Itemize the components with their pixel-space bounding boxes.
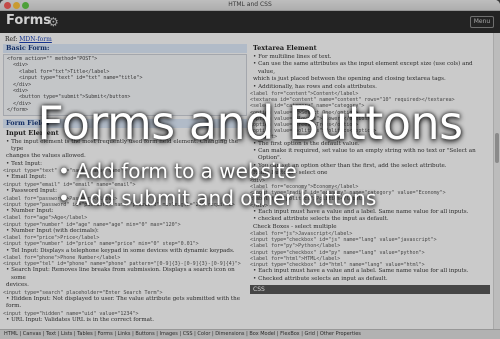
vertical-scrollbar[interactable]: [493, 33, 500, 329]
note-line: • You can set an option other than the f…: [253, 162, 447, 169]
note-line: • Search Input: Removes line breaks from…: [6, 267, 235, 281]
right-column: Textarea Element • For multiline lines o…: [250, 44, 490, 329]
note-line: • Email Input:: [6, 174, 47, 181]
ref-label: Ref:: [5, 36, 18, 43]
note-line: • URL Input: Validates URL is in the cor…: [6, 316, 155, 323]
mdn-form-link[interactable]: MDN-form: [19, 36, 52, 43]
note-line: Radio Buttons - select one: [253, 170, 328, 177]
note-line: which is just placed between the opening…: [253, 76, 446, 83]
form-fields-heading: Form Fields: [3, 118, 247, 128]
page-content: Forms ⚙ Menu Ref: MDN-form Basic Form: <…: [0, 11, 500, 329]
left-column: Basic Form: <form action="" method="POST…: [3, 44, 247, 329]
textarea-notes: • For multiline lines of text. • Can use …: [250, 54, 490, 283]
note-line: • The first option is the default value.: [253, 140, 360, 147]
note-line: • checked attribute selects the input as…: [253, 216, 389, 223]
reference-line: Ref: MDN-form: [5, 36, 52, 43]
basic-form-heading: Basic Form:: [3, 44, 247, 53]
note-line: form.: [6, 303, 22, 310]
note-line: • Can use the same attributes as the inp…: [253, 61, 473, 75]
browser-window: HTML and CSS Forms ⚙ Menu Ref: MDN-form …: [0, 0, 500, 339]
footer-navigation[interactable]: HTML | Canvas | Text | Lists | Tables | …: [0, 329, 500, 339]
scrollbar-thumb[interactable]: [495, 133, 499, 163]
note-line: • Text Input:: [6, 160, 42, 167]
note-line: • Each input must have a value and a lab…: [253, 268, 469, 275]
note-line: • Can make it required, set value to an …: [253, 148, 476, 162]
note-line: • Hidden Input: Not displayed to user. T…: [6, 295, 241, 302]
note-line: • Checked attribute selects an input as …: [253, 275, 388, 282]
note-line: • Number Input:: [6, 207, 54, 214]
note-line: • Number Input (with decimals):: [6, 227, 99, 234]
input-element-notes: • The input element is the most frequent…: [3, 139, 247, 325]
note-line: changes the values allowed.: [6, 153, 86, 160]
window-title: HTML and CSS: [228, 1, 272, 8]
page-title: Forms: [6, 13, 51, 28]
input-element-heading: Input Element: [6, 128, 59, 137]
note-line: devices.: [6, 282, 29, 289]
code-line: <input type="password" id="password" nam…: [3, 201, 235, 208]
menu-button[interactable]: Menu: [470, 16, 494, 28]
note-line: • Additionally, has rows and cols attrib…: [253, 83, 377, 90]
note-line: Check Boxes - select multiple: [253, 223, 337, 230]
note-line: • Each input must have a value and a lab…: [253, 208, 469, 215]
css-section-bar[interactable]: CSS: [250, 284, 490, 295]
note-line: • Tel Input: Displays a telephone keypad…: [6, 247, 235, 254]
basic-form-code: <form action="" method="POST"> <div> <la…: [3, 54, 247, 116]
note-line: • Password Input:: [6, 188, 57, 195]
window-titlebar: HTML and CSS: [0, 0, 500, 11]
gear-icon[interactable]: ⚙: [48, 15, 59, 29]
textarea-heading: Textarea Element: [253, 44, 317, 52]
note-line: • The input element is the most frequent…: [6, 138, 239, 153]
page-header: Forms ⚙ Menu: [0, 11, 500, 33]
